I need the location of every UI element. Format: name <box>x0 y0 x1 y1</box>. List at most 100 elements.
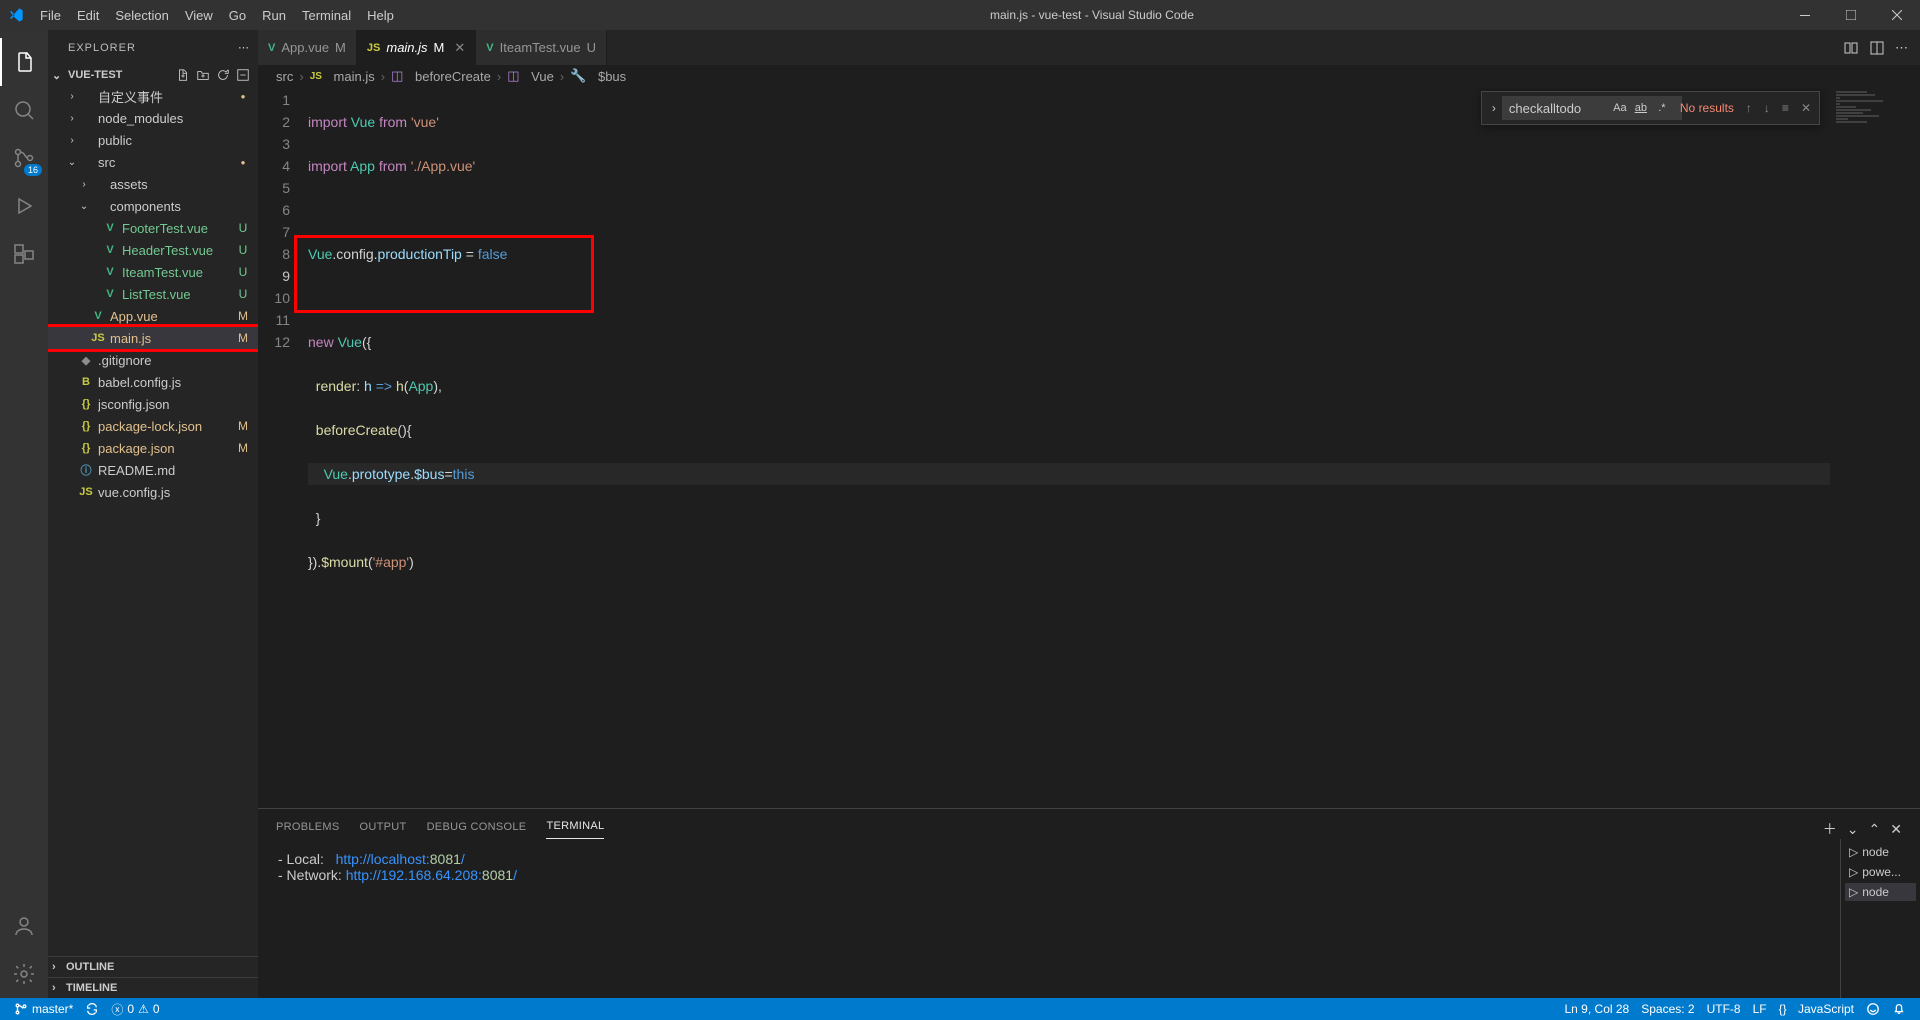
new-folder-icon[interactable] <box>196 68 210 82</box>
panel-tab-terminal[interactable]: TERMINAL <box>546 816 604 839</box>
menu-edit[interactable]: Edit <box>69 4 107 27</box>
window-title: main.js - vue-test - Visual Studio Code <box>402 8 1782 22</box>
panel-close-icon[interactable]: ✕ <box>1890 821 1902 838</box>
window-minimize-button[interactable] <box>1782 0 1828 30</box>
tab-App.vue[interactable]: VApp.vueM <box>258 30 357 65</box>
find-expand-icon[interactable]: › <box>1486 97 1502 119</box>
file-jsconfig.json[interactable]: {}jsconfig.json <box>48 393 258 415</box>
file-README.md[interactable]: ⓘREADME.md <box>48 459 258 481</box>
new-file-icon[interactable] <box>176 68 190 82</box>
status-branch[interactable]: master* <box>8 1002 79 1016</box>
match-case-icon[interactable]: Aa <box>1610 98 1630 118</box>
menu-help[interactable]: Help <box>359 4 402 27</box>
tab-main.js[interactable]: JSmain.jsM✕ <box>357 30 476 65</box>
{}-icon: {} <box>78 398 94 410</box>
terminal-dropdown-icon[interactable]: ⌄ <box>1847 821 1859 838</box>
split-editor-icon[interactable] <box>1869 40 1885 56</box>
breadcrumbs[interactable]: src › JS main.js › ◫ beforeCreate › ◫ Vu… <box>258 65 1920 87</box>
terminal-output[interactable]: - Local: http://localhost:8081/ - Networ… <box>258 839 1840 998</box>
find-selection-icon[interactable]: ≡ <box>1778 99 1793 117</box>
file-vue.config.js[interactable]: JSvue.config.js <box>48 481 258 503</box>
terminal-item-0[interactable]: ▷node <box>1845 843 1916 861</box>
panel-tab-problems[interactable]: PROBLEMS <box>276 817 340 839</box>
file-babel.config.js[interactable]: Bbabel.config.js <box>48 371 258 393</box>
terminal-item-1[interactable]: ▷powe... <box>1845 863 1916 881</box>
menu-run[interactable]: Run <box>254 4 294 27</box>
status-notifications-icon[interactable] <box>1886 1002 1912 1016</box>
activity-account-icon[interactable] <box>0 902 48 950</box>
crumb-file[interactable]: JS main.js <box>310 69 375 84</box>
menu-selection[interactable]: Selection <box>107 4 176 27</box>
activity-settings-icon[interactable] <box>0 950 48 998</box>
folder-自定义事件[interactable]: ›自定义事件● <box>48 85 258 107</box>
activity-scm-icon[interactable]: 16 <box>0 134 48 182</box>
file-ListTest.vue[interactable]: VListTest.vueU <box>48 283 258 305</box>
tab-IteamTest.vue[interactable]: VIteamTest.vueU <box>476 30 607 65</box>
status-spaces[interactable]: Spaces: 2 <box>1635 1002 1700 1016</box>
folder-header[interactable]: ⌄ VUE-TEST <box>48 65 258 85</box>
collapse-icon[interactable] <box>236 68 250 82</box>
file-main.js[interactable]: JSmain.jsM <box>48 327 258 349</box>
minimap[interactable] <box>1830 87 1920 808</box>
refresh-icon[interactable] <box>216 68 230 82</box>
menu-terminal[interactable]: Terminal <box>294 4 359 27</box>
activity-debug-icon[interactable] <box>0 182 48 230</box>
status-problems[interactable]: ⓧ0 ⚠0 <box>105 1001 165 1018</box>
menu-go[interactable]: Go <box>221 4 254 27</box>
menu-file[interactable]: File <box>32 4 69 27</box>
crumb-folder[interactable]: src <box>276 69 293 84</box>
folder-public[interactable]: ›public <box>48 129 258 151</box>
status-sync[interactable] <box>79 1002 105 1016</box>
file-package-lock.json[interactable]: {}package-lock.jsonM <box>48 415 258 437</box>
folder-node_modules[interactable]: ›node_modules <box>48 107 258 129</box>
panel-tab-debug[interactable]: DEBUG CONSOLE <box>427 817 527 839</box>
code-content[interactable]: import Vue from 'vue' import App from '.… <box>308 87 1830 808</box>
ⓘ-icon: ⓘ <box>78 462 94 478</box>
crumb-method[interactable]: ◫ beforeCreate <box>391 68 491 84</box>
terminal-icon: ▷ <box>1849 865 1858 879</box>
activity-search-icon[interactable] <box>0 86 48 134</box>
status-eol[interactable]: LF <box>1747 1002 1773 1016</box>
terminal-list: ▷node ▷powe... ▷node <box>1840 839 1920 998</box>
folder-assets[interactable]: ›assets <box>48 173 258 195</box>
more-actions-icon[interactable]: ⋯ <box>1895 40 1908 56</box>
find-close-icon[interactable]: ✕ <box>1797 99 1815 117</box>
terminal-item-2[interactable]: ▷node <box>1845 883 1916 901</box>
file-App.vue[interactable]: VApp.vueM <box>48 305 258 327</box>
terminal-new-icon[interactable]: ＋ <box>1823 819 1837 839</box>
outline-section[interactable]: ›OUTLINE <box>48 956 258 977</box>
file-tree: ›自定义事件●›node_modules›public⌄src●›assets⌄… <box>48 85 258 956</box>
match-word-icon[interactable]: ab <box>1631 98 1651 118</box>
find-result: No results <box>1680 101 1734 115</box>
find-next-icon[interactable]: ↓ <box>1760 99 1774 117</box>
status-cursor[interactable]: Ln 9, Col 28 <box>1559 1002 1636 1016</box>
file-package.json[interactable]: {}package.jsonM <box>48 437 258 459</box>
status-feedback-icon[interactable] <box>1860 1002 1886 1016</box>
timeline-section[interactable]: ›TIMELINE <box>48 977 258 998</box>
folder-src[interactable]: ⌄src● <box>48 151 258 173</box>
close-tab-icon[interactable]: ✕ <box>454 40 465 56</box>
status-encoding[interactable]: UTF-8 <box>1701 1002 1747 1016</box>
crumb-property[interactable]: 🔧 $bus <box>570 68 626 84</box>
file-IteamTest.vue[interactable]: VIteamTest.vueU <box>48 261 258 283</box>
panel-maximize-icon[interactable]: ⌃ <box>1869 821 1881 838</box>
regex-icon[interactable]: .* <box>1652 98 1672 118</box>
V-icon: V <box>268 42 275 54</box>
folder-components[interactable]: ⌄components <box>48 195 258 217</box>
window-close-button[interactable] <box>1874 0 1920 30</box>
window-maximize-button[interactable] <box>1828 0 1874 30</box>
status-language[interactable]: {} JavaScript <box>1773 1002 1860 1016</box>
compare-icon[interactable] <box>1843 40 1859 56</box>
activity-explorer-icon[interactable] <box>0 38 48 86</box>
file-HeaderTest.vue[interactable]: VHeaderTest.vueU <box>48 239 258 261</box>
find-prev-icon[interactable]: ↑ <box>1742 99 1756 117</box>
panel-tab-output[interactable]: OUTPUT <box>360 817 407 839</box>
editor-body[interactable]: 123456789101112 import Vue from 'vue' im… <box>258 87 1920 808</box>
file-.gitignore[interactable]: ◆.gitignore <box>48 349 258 371</box>
crumb-class[interactable]: ◫ Vue <box>507 68 554 84</box>
menu-view[interactable]: View <box>177 4 221 27</box>
sidebar-more-icon[interactable]: ⋯ <box>238 41 250 54</box>
file-FooterTest.vue[interactable]: VFooterTest.vueU <box>48 217 258 239</box>
panel-tabs: PROBLEMS OUTPUT DEBUG CONSOLE TERMINAL ＋… <box>258 809 1920 839</box>
activity-extensions-icon[interactable] <box>0 230 48 278</box>
